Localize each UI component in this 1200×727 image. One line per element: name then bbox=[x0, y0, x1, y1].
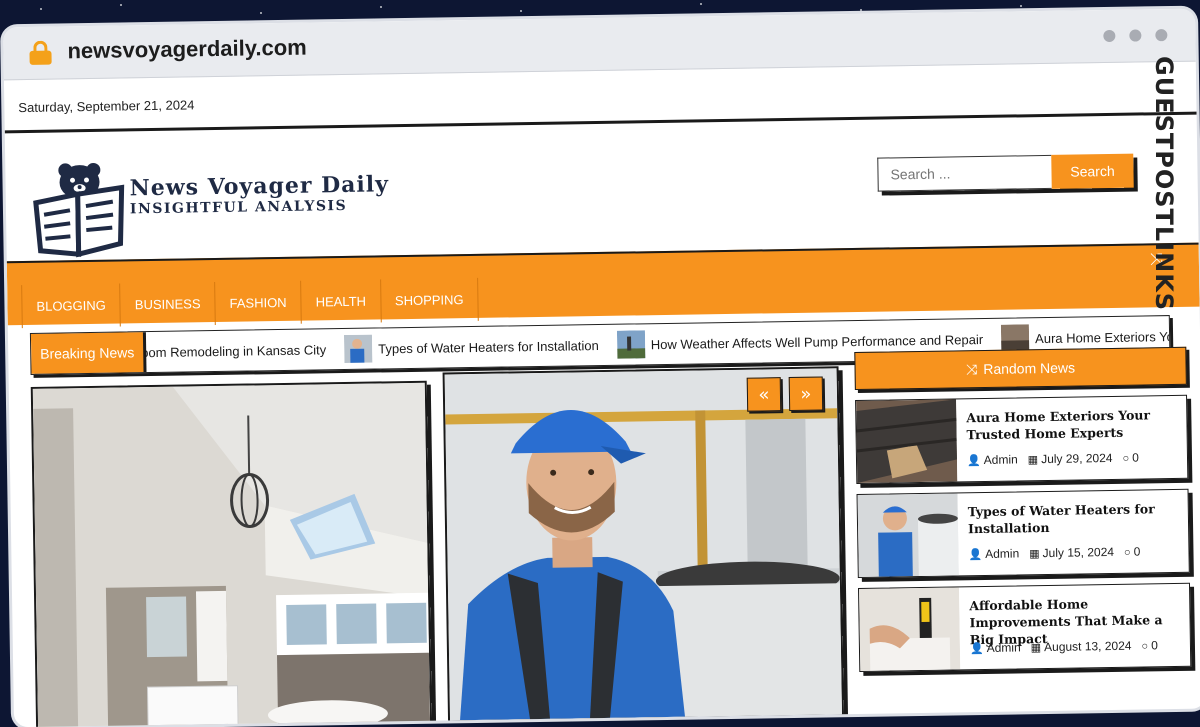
date-text: July 29, 2024 bbox=[1041, 450, 1113, 467]
author-name: Admin bbox=[986, 640, 1021, 655]
browser-window: newsvoyagerdaily.com Saturday, September… bbox=[3, 8, 1200, 727]
slider-next-button[interactable]: » bbox=[788, 376, 824, 412]
post-author[interactable]: 👤 Admin bbox=[968, 546, 1019, 561]
tools-photo bbox=[859, 587, 961, 671]
current-date: Saturday, September 21, 2024 bbox=[18, 97, 195, 116]
search-input[interactable] bbox=[877, 154, 1052, 192]
ticker-item-title: Types of Water Heaters for Installation bbox=[378, 337, 599, 356]
ticker-item-title: oom Remodeling in Kansas City bbox=[141, 341, 327, 360]
nav-item-fashion[interactable]: FASHION bbox=[215, 280, 302, 326]
nav-item-shopping[interactable]: SHOPPING bbox=[380, 277, 479, 323]
sidebar-post[interactable]: Aura Home Exteriors Your Trusted Home Ex… bbox=[855, 394, 1189, 484]
calendar-icon: ▦ bbox=[1029, 548, 1040, 561]
ticker-item[interactable]: oom Remodeling in Kansas City bbox=[141, 342, 326, 360]
slider-controls: « » bbox=[746, 376, 824, 412]
featured-post-bathroom[interactable] bbox=[30, 380, 433, 727]
search-form: Search bbox=[877, 153, 1134, 192]
comment-count: 0 bbox=[1151, 638, 1158, 653]
shuffle-icon: ⤨ bbox=[965, 360, 978, 377]
comment-count: 0 bbox=[1133, 544, 1141, 559]
site-header: News Voyager Daily INSIGHTFUL ANALYSIS S… bbox=[5, 115, 1199, 262]
random-news-button[interactable]: ⤨ Random News bbox=[854, 346, 1187, 391]
site-tagline: INSIGHTFUL ANALYSIS bbox=[129, 197, 348, 218]
post-author[interactable]: 👤 Admin bbox=[970, 640, 1021, 655]
address-bar-url[interactable]: newsvoyagerdaily.com bbox=[67, 35, 307, 65]
post-comments[interactable]: ○ 0 bbox=[1124, 545, 1141, 559]
user-icon: 👤 bbox=[966, 455, 981, 468]
post-meta: 👤 Admin ▦ July 15, 2024 ○ 0 bbox=[968, 545, 1140, 562]
comment-icon: ○ bbox=[1122, 452, 1130, 465]
post-title[interactable]: Types of Water Heaters for Installation bbox=[968, 500, 1179, 537]
post-comments[interactable]: ○ 0 bbox=[1122, 451, 1139, 465]
breaking-news-label: Breaking News bbox=[30, 332, 144, 374]
sidebar: ⤨ Random News Aura Home Exteriors Your T… bbox=[854, 346, 1192, 672]
guestpostlinks-watermark: GUESTPOSTLINKS bbox=[1150, 56, 1196, 356]
sidebar-post[interactable]: Affordable Home Improvements That Make a… bbox=[858, 582, 1192, 672]
sidebar-post[interactable]: Types of Water Heaters for Installation … bbox=[856, 488, 1190, 578]
post-author[interactable]: 👤 Admin bbox=[967, 452, 1018, 467]
watermark-text: GUESTPOSTLINKS bbox=[1150, 56, 1178, 312]
window-dot-icon[interactable] bbox=[1155, 29, 1168, 42]
ticker-item[interactable]: Types of Water Heaters for Installation bbox=[343, 331, 599, 364]
post-date[interactable]: ▦ July 15, 2024 bbox=[1029, 545, 1114, 560]
user-icon: 👤 bbox=[968, 549, 983, 562]
plumber-thumbnail-photo bbox=[857, 493, 959, 577]
plumber-photo bbox=[444, 368, 842, 721]
author-name: Admin bbox=[985, 546, 1020, 561]
comment-icon: ○ bbox=[1141, 640, 1149, 653]
bear-reading-newspaper-icon[interactable] bbox=[27, 157, 129, 259]
calendar-icon: ▦ bbox=[1027, 454, 1039, 467]
post-meta: 👤 Admin ▦ August 13, 2024 ○ 0 bbox=[970, 638, 1158, 655]
nav-item-business[interactable]: BUSINESS bbox=[120, 282, 216, 327]
ticker-item-title: Aura Home Exteriors Your Trus bbox=[1034, 328, 1171, 346]
random-news-label: Random News bbox=[983, 359, 1076, 377]
post-date[interactable]: ▦ August 13, 2024 bbox=[1031, 639, 1132, 655]
nav-menu: BLOGGING BUSINESS FASHION HEALTH SHOPPIN… bbox=[21, 277, 479, 329]
slider-prev-button[interactable]: « bbox=[746, 377, 782, 412]
author-name: Admin bbox=[983, 452, 1018, 467]
window-dot-icon[interactable] bbox=[1103, 29, 1116, 43]
post-date[interactable]: ▦ July 29, 2024 bbox=[1028, 451, 1113, 466]
ticker-item-title: How Weather Affects Well Pump Performanc… bbox=[650, 331, 984, 352]
window-controls bbox=[1103, 29, 1168, 43]
search-button[interactable]: Search bbox=[1051, 153, 1134, 189]
post-title[interactable]: Aura Home Exteriors Your Trusted Home Ex… bbox=[966, 406, 1177, 443]
nav-item-blogging[interactable]: BLOGGING bbox=[22, 283, 122, 329]
ticker-thumbnail bbox=[343, 334, 373, 364]
calendar-icon: ▦ bbox=[1030, 642, 1042, 655]
comment-icon: ○ bbox=[1123, 546, 1131, 559]
window-dot-icon[interactable] bbox=[1129, 29, 1142, 42]
bathroom-photo bbox=[32, 382, 431, 727]
featured-post-water-heater[interactable]: « » bbox=[442, 366, 845, 723]
ticker-thumbnail bbox=[616, 330, 645, 359]
post-meta: 👤 Admin ▦ July 29, 2024 ○ 0 bbox=[967, 451, 1139, 468]
web-page: Saturday, September 21, 2024 News Voyage… bbox=[3, 61, 1200, 727]
post-comments[interactable]: ○ 0 bbox=[1141, 638, 1158, 652]
comment-count: 0 bbox=[1132, 450, 1139, 465]
date-text: July 15, 2024 bbox=[1042, 544, 1115, 561]
user-icon: 👤 bbox=[969, 643, 984, 656]
date-text: August 13, 2024 bbox=[1043, 638, 1132, 655]
main-content: « » ⤨ Random News Aura Home Exteriors Yo… bbox=[9, 346, 1200, 727]
lock-icon bbox=[29, 40, 52, 65]
roof-photo bbox=[856, 399, 958, 483]
nav-item-health[interactable]: HEALTH bbox=[301, 279, 382, 324]
site-title[interactable]: News Voyager Daily bbox=[129, 171, 389, 201]
